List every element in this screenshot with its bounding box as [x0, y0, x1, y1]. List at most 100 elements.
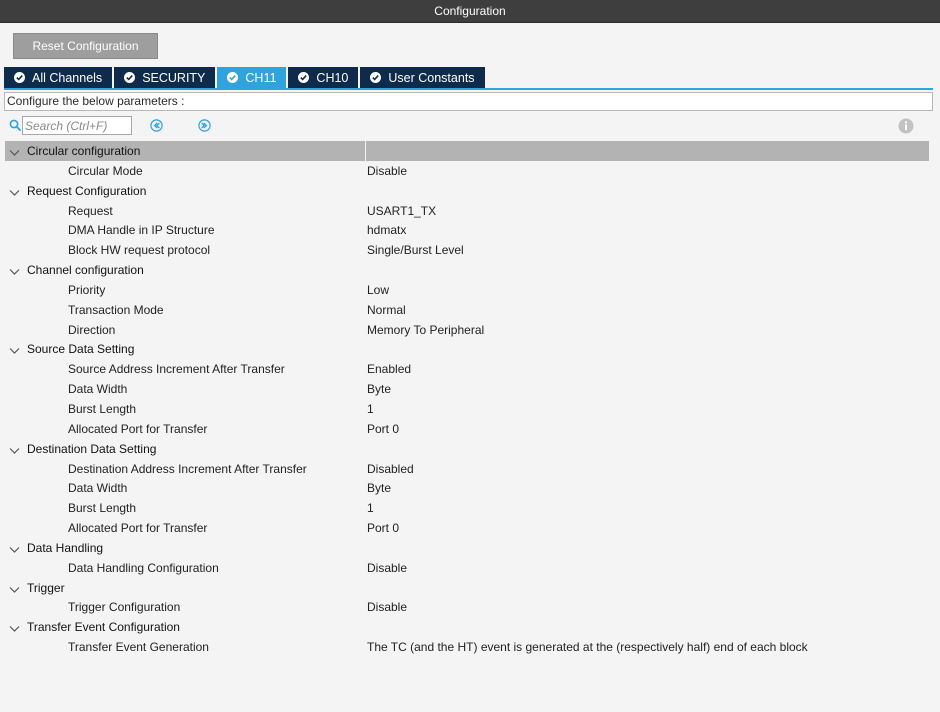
parameter-value[interactable]: Port 0 [367, 422, 399, 436]
group-row[interactable]: Transfer Event Configuration [5, 617, 929, 637]
parameter-value[interactable]: Disable [367, 164, 407, 178]
tab-ch11[interactable]: CH11 [217, 67, 289, 88]
parameter-label: Data Width [68, 382, 128, 397]
parameter-value[interactable]: Enabled [367, 362, 411, 376]
search-icon[interactable] [9, 119, 21, 134]
parameter-row[interactable]: Circular Mode Disable [5, 161, 929, 181]
parameter-row[interactable]: Transfer Event Generation The TC (and the… [5, 637, 929, 657]
parameter-row[interactable]: Destination Address Increment After Tran… [5, 459, 929, 479]
parameter-label: Block HW request protocol [68, 243, 211, 258]
tab-security[interactable]: SECURITY [114, 67, 218, 88]
parameter-label: Data Width [68, 481, 128, 496]
parameter-label: Burst Length [68, 501, 137, 516]
parameter-label: Allocated Port for Transfer [68, 421, 208, 436]
parameter-label: Transfer Event Generation [68, 640, 209, 655]
parameter-label: Source Address Increment After Transfer [68, 362, 285, 377]
tab-user-constants[interactable]: User Constants [360, 67, 487, 88]
tab-label: CH10 [316, 70, 349, 85]
check-circle-icon [298, 72, 310, 83]
parameters-description: Configure the below parameters : [4, 92, 933, 111]
tab-ch10[interactable]: CH10 [288, 67, 361, 88]
tab-underline [4, 88, 933, 90]
parameter-row[interactable]: Transaction Mode Normal [5, 300, 929, 320]
group-row[interactable]: Trigger [5, 578, 929, 598]
parameter-tree: Circular configuration Circular Mode Disab… [5, 141, 929, 657]
parameter-value[interactable]: The TC (and the HT) event is generated a… [367, 640, 808, 654]
parameter-row[interactable]: Source Address Increment After Transfer E… [5, 359, 929, 379]
parameter-value[interactable]: Disable [367, 561, 407, 575]
parameter-label: Allocated Port for Transfer [68, 521, 208, 536]
chevron-down-icon[interactable] [9, 622, 20, 636]
chevron-down-icon[interactable] [9, 186, 20, 200]
group-row[interactable]: Destination Data Setting [5, 439, 929, 459]
parameter-label: Circular Mode [68, 163, 143, 178]
parameter-label: Destination Address Increment After Tran… [68, 461, 307, 476]
parameter-row[interactable]: Data Width Byte [5, 478, 929, 498]
parameter-value[interactable]: USART1_TX [367, 204, 436, 218]
parameter-label: Request [68, 203, 113, 218]
group-row[interactable]: Data Handling [5, 538, 929, 558]
group-label: Data Handling [27, 540, 104, 555]
parameter-label: Transaction Mode [68, 302, 164, 317]
parameter-label: Data Handling Configuration [68, 560, 219, 575]
parameter-row[interactable]: Allocated Port for Transfer Port 0 [5, 419, 929, 439]
check-circle-icon [370, 72, 382, 83]
parameter-value[interactable]: Low [367, 283, 389, 297]
parameter-row[interactable]: Allocated Port for Transfer Port 0 [5, 518, 929, 538]
chevron-down-icon[interactable] [9, 146, 20, 160]
chevron-down-icon[interactable] [9, 583, 20, 597]
parameter-value[interactable]: Disable [367, 600, 407, 614]
parameter-label: Priority [68, 282, 106, 297]
group-label: Trigger [27, 580, 65, 595]
parameter-value[interactable]: Normal [367, 303, 406, 317]
parameter-value[interactable]: Port 0 [367, 521, 399, 535]
parameter-row[interactable]: Trigger Configuration Disable [5, 597, 929, 617]
parameter-value[interactable]: Memory To Peripheral [367, 323, 484, 337]
parameter-value[interactable]: Single/Burst Level [367, 243, 464, 257]
check-circle-icon [14, 72, 25, 83]
group-label: Destination Data Setting [27, 441, 157, 456]
group-label: Source Data Setting [27, 342, 135, 357]
group-row[interactable]: Request Configuration [5, 181, 929, 201]
parameter-row[interactable]: Priority Low [5, 280, 929, 300]
tab-all-channels[interactable]: All Channels [4, 67, 115, 88]
parameter-value[interactable]: Byte [367, 481, 391, 495]
tab-label: All Channels [32, 70, 103, 85]
parameter-row[interactable]: Request USART1_TX [5, 201, 929, 221]
column-divider [365, 141, 366, 161]
tab-bar: All Channels SECURITY CH11 CH10 User Constan… [4, 67, 487, 88]
parameter-row[interactable]: Burst Length 1 [5, 399, 929, 419]
parameter-row[interactable]: Block HW request protocol Single/Burst Le… [5, 240, 929, 260]
group-row[interactable]: Channel configuration [5, 260, 929, 280]
tab-label: User Constants [388, 70, 475, 85]
parameter-label: Trigger Configuration [68, 600, 181, 615]
parameter-row[interactable]: Data Handling Configuration Disable [5, 558, 929, 578]
parameter-row[interactable]: Direction Memory To Peripheral [5, 320, 929, 340]
info-icon[interactable] [898, 118, 914, 137]
tab-label: SECURITY [142, 70, 206, 85]
parameter-value[interactable]: 1 [367, 402, 374, 416]
chevron-down-icon[interactable] [9, 543, 20, 557]
arrow-left-circle-icon[interactable] [150, 119, 163, 135]
parameter-value[interactable]: hdmatx [367, 223, 406, 237]
tab-label: CH11 [245, 70, 277, 85]
group-row[interactable]: Source Data Setting [5, 339, 929, 359]
parameter-value[interactable]: Disabled [367, 462, 414, 476]
chevron-down-icon[interactable] [9, 265, 20, 279]
chevron-down-icon[interactable] [9, 344, 20, 358]
check-circle-icon [227, 72, 239, 83]
window-title: Configuration [0, 0, 940, 23]
search-input[interactable] [22, 116, 132, 135]
parameter-value[interactable]: Byte [367, 382, 391, 396]
parameter-value[interactable]: 1 [367, 501, 374, 515]
parameter-label: Direction [68, 322, 116, 337]
parameter-row[interactable]: DMA Handle in IP Structure hdmatx [5, 220, 929, 240]
check-circle-icon [124, 72, 136, 83]
group-label: Request Configuration [27, 183, 147, 198]
parameter-row[interactable]: Data Width Byte [5, 379, 929, 399]
arrow-right-circle-icon[interactable] [198, 119, 211, 135]
chevron-down-icon[interactable] [9, 444, 20, 458]
reset-configuration-button[interactable]: Reset Configuration [13, 33, 158, 59]
parameter-row[interactable]: Burst Length 1 [5, 498, 929, 518]
group-row[interactable]: Circular configuration [5, 141, 929, 161]
